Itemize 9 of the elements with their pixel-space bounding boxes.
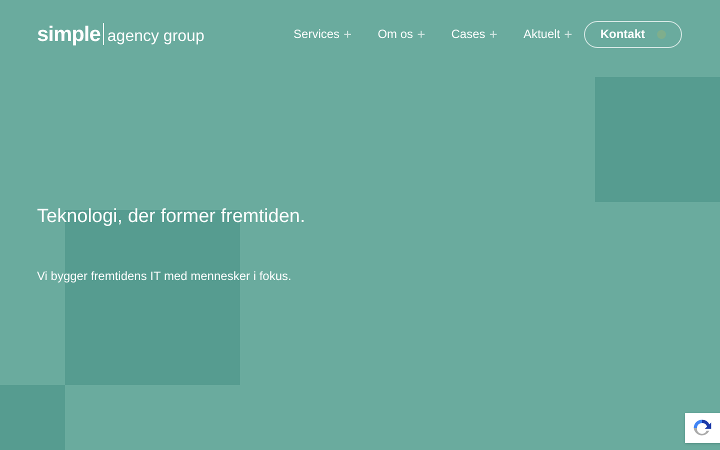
nav-link[interactable]: Cases + <box>451 24 498 44</box>
nav-link[interactable]: Services + <box>294 24 352 44</box>
logo[interactable]: simple agency group <box>37 23 204 45</box>
recaptcha-badge[interactable] <box>685 413 720 443</box>
nav-link[interactable]: Om os + <box>378 24 426 44</box>
hero-title: Teknologi, der former fremtiden. <box>37 205 306 229</box>
hero-subtitle: Vi bygger fremtidens IT med mennesker i fokus. <box>37 268 292 285</box>
nav-link[interactable]: Aktuelt + <box>523 24 572 44</box>
contact-button[interactable]: Kontakt <box>584 20 682 48</box>
